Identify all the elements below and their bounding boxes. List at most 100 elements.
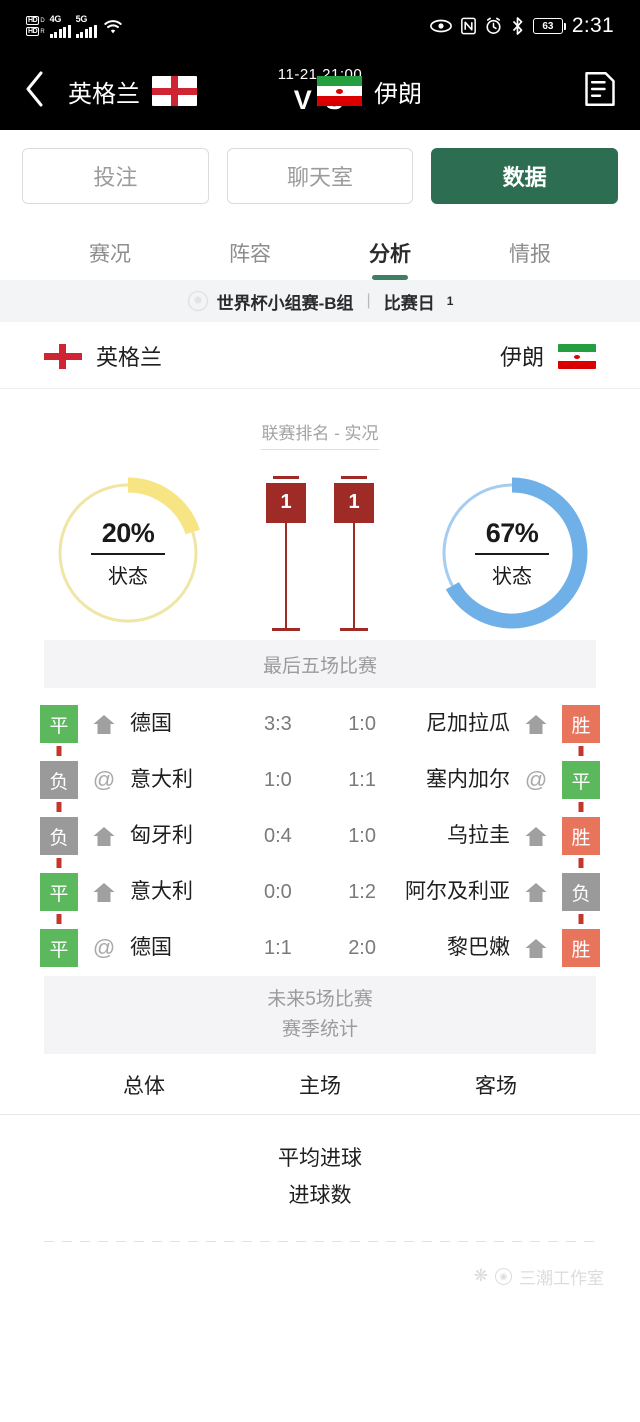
last5-home-row[interactable]: 平 @ 德国 1:1 (40, 920, 320, 976)
last5-home-row[interactable]: 负 @ 意大利 1:0 (40, 752, 320, 812)
signal-group-1: 4G (49, 14, 71, 38)
opponent-name: 意大利 (130, 880, 193, 904)
tab-analysis[interactable]: 分析 (369, 238, 411, 280)
tab-bar: 赛况 阵容 分析 情报 (0, 218, 640, 280)
season-stats-rows: 平均进球 进球数 (0, 1115, 640, 1215)
away-gauge-center: 67% 状态 (432, 473, 592, 633)
battery-level: 63 (542, 20, 554, 32)
last5-away-column: 1:0 尼加拉瓜胜 1:1 塞内加尔 @ 平 1:0 乌拉圭胜 1:2 阿尔及利亚负 2:0 黎巴嫩胜 (320, 696, 640, 976)
watermark-paw-icon: ❋ (473, 1266, 488, 1285)
home-venue-icon (92, 825, 116, 847)
season-section-header: 未来5场比赛 赛季统计 (44, 976, 596, 1054)
home-venue-icon (524, 825, 548, 847)
last5-home-row[interactable]: 负 匈牙利 0:4 (40, 808, 320, 868)
watermark: ❋ ◉ 三潮工作室 (0, 1242, 640, 1289)
match-result-badge: 负 (40, 761, 78, 812)
stats-row-goals: 进球数 (288, 1183, 352, 1207)
opponent-name: 尼加拉瓜 (426, 712, 510, 736)
wifi-icon (102, 18, 124, 35)
segment-betting[interactable]: 投注 (22, 148, 209, 204)
opponent-name: 黎巴嫩 (447, 936, 510, 960)
tab-active-underline (372, 275, 408, 280)
match-result-badge: 平 (562, 761, 600, 812)
league-bar[interactable]: 世界杯小组赛-B组 | 比赛日 1 (0, 280, 640, 322)
watermark-text: 三潮工作室 (519, 1268, 604, 1288)
watermark-circle-icon: ◉ (495, 1267, 512, 1285)
document-icon (584, 71, 616, 111)
segment-chatroom[interactable]: 聊天室 (226, 148, 414, 204)
ranking-label-wrap: 联赛排名 - 实况 (0, 389, 640, 450)
home-venue-icon (92, 881, 116, 903)
marker-stem (285, 522, 287, 628)
tab-match-status[interactable]: 赛况 (89, 238, 131, 280)
match-result-badge: 胜 (562, 705, 600, 756)
tab-intel[interactable]: 情报 (509, 238, 551, 280)
last5-home-row[interactable]: 平 意大利 0:0 (40, 864, 320, 924)
league-name: 世界杯小组赛-B组 (216, 293, 354, 313)
hd-voice-icons: HD D HD R (26, 16, 45, 36)
team-comparison-row: 英格兰 伊朗 (0, 322, 640, 389)
tab-label: 阵容 (229, 243, 271, 266)
season-stats-label: 赛季统计 (281, 1019, 358, 1040)
opponent-name: 德国 (130, 712, 172, 736)
status-bar: HD D HD R 4G 5G 63 2:31 (0, 0, 640, 52)
alarm-icon (485, 17, 502, 35)
header-away-team[interactable]: 伊朗 (317, 74, 422, 109)
home-rank-marker: 1 (263, 475, 309, 631)
away-venue-icon: @ (524, 767, 548, 792)
tab-lineup[interactable]: 阵容 (229, 238, 271, 280)
signal-group-2: 5G (75, 13, 97, 38)
hd-sub-2: R (40, 28, 45, 35)
gauge-divider (91, 552, 165, 555)
match-score: 1:0 (348, 824, 376, 847)
segment-data[interactable]: 数据 (431, 148, 619, 204)
away-team-name: 伊朗 (499, 345, 544, 370)
match-result-badge: 平 (40, 705, 78, 756)
match-result-badge: 负 (562, 873, 600, 924)
home-team-entry[interactable]: 英格兰 (44, 340, 162, 372)
match-score: 0:4 (264, 824, 292, 847)
tab-label: 情报 (509, 243, 551, 266)
opponent-name: 意大利 (130, 768, 193, 792)
marker-stem (353, 522, 355, 628)
hd-sub-1: D (40, 17, 45, 24)
match-score: 1:1 (264, 936, 292, 959)
away-rank-value: 1 (334, 482, 374, 523)
match-score: 1:2 (348, 880, 376, 903)
iran-flag-icon (558, 343, 596, 369)
home-venue-icon (92, 713, 116, 735)
status-bar-right: 63 2:31 (430, 14, 614, 38)
tab-label: 赛况 (89, 243, 131, 266)
iran-flag-icon (317, 76, 362, 106)
last5-home-column: 平德国 3:3 负 @ 意大利 1:0 负匈牙利 0:4 平意大利 0:0 平 @ 德国 1:1 (0, 696, 320, 976)
home-venue-icon (524, 937, 548, 959)
marker-foot (340, 627, 368, 631)
network-type-2: 5G (75, 13, 88, 24)
match-result-badge: 平 (40, 873, 78, 924)
away-gauge-sublabel: 状态 (492, 565, 532, 588)
last5-away-row[interactable]: 2:0 黎巴嫩 胜 (320, 920, 600, 976)
last5-home-row[interactable]: 平 德国 3:3 (40, 696, 320, 756)
last5-away-row[interactable]: 1:1 塞内加尔 @ 平 (320, 752, 600, 812)
away-venue-icon: @ (92, 767, 116, 792)
last5-away-row[interactable]: 1:2 阿尔及利亚 负 (320, 864, 600, 924)
header-menu-button[interactable] (584, 71, 616, 112)
stats-column-away: 客场 (475, 1075, 517, 1098)
header-home-team[interactable]: 英格兰 (68, 74, 197, 109)
battery-icon: 63 (532, 18, 566, 34)
match-score: 1:0 (264, 768, 292, 791)
england-flag-icon (152, 76, 197, 106)
last5-away-row[interactable]: 1:0 乌拉圭 胜 (320, 808, 600, 868)
opponent-name: 阿尔及利亚 (405, 880, 510, 904)
ranking-gauges: 20% 状态 1 1 67% 状态 (0, 450, 640, 640)
england-flag-icon (44, 343, 82, 369)
away-venue-icon: @ (92, 935, 116, 960)
back-button[interactable] (24, 71, 68, 112)
last5-away-row[interactable]: 1:0 尼加拉瓜 胜 (320, 696, 600, 756)
match-result-badge: 胜 (562, 817, 600, 868)
nfc-icon (461, 17, 476, 35)
home-rank-value: 1 (266, 482, 306, 523)
match-score: 2:0 (348, 936, 376, 959)
league-separator: | (366, 292, 371, 309)
away-team-entry[interactable]: 伊朗 (500, 340, 596, 372)
